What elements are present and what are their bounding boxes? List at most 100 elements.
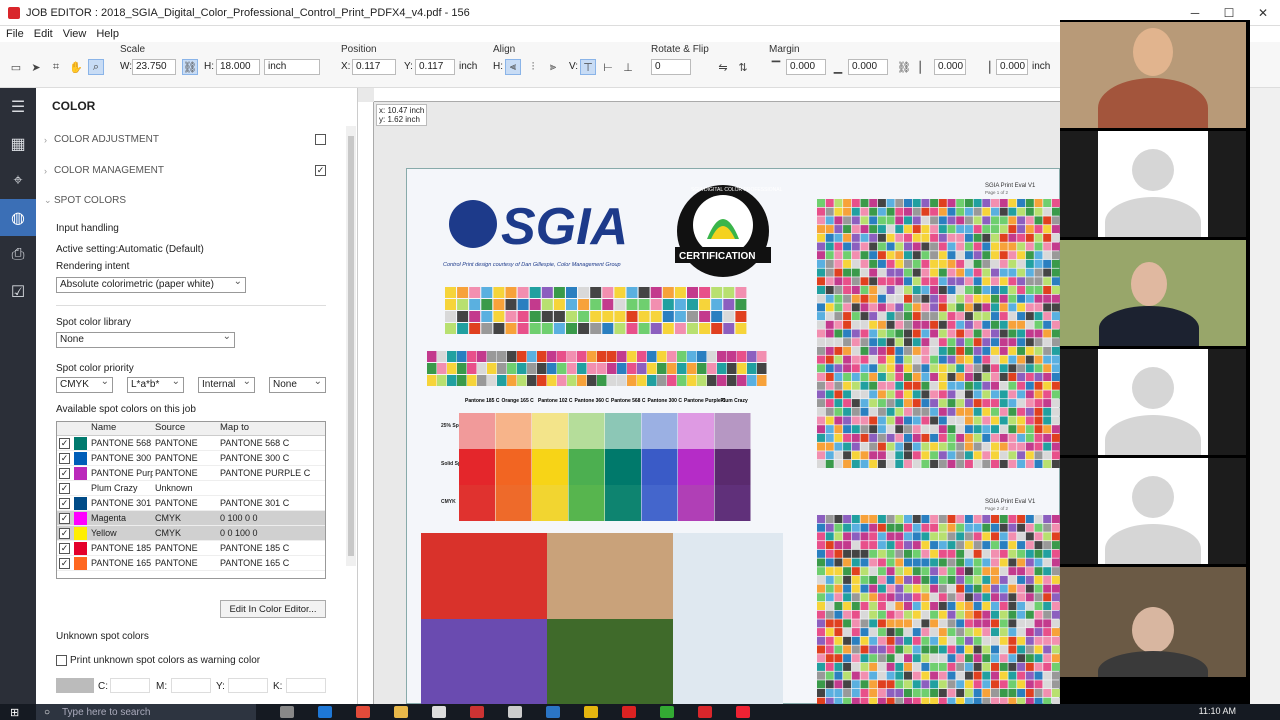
y-field[interactable]: 0.117 <box>415 59 455 75</box>
link-icon[interactable]: ⛓ <box>182 59 198 75</box>
canvas[interactable]: x: 10.47 inch y: 1.62 inch SGIA Control … <box>358 88 1060 706</box>
participant-video-3[interactable] <box>1060 240 1246 346</box>
arrow-tool-icon[interactable]: ➤ <box>28 59 44 75</box>
margin-link-icon[interactable]: ⛓ <box>896 59 912 75</box>
taskbar-search[interactable]: ○ Type here to search <box>36 704 256 720</box>
rendering-intent-select[interactable]: Absolute colorimetric (paper white) <box>56 276 246 293</box>
crop-tool-icon[interactable]: ⌗ <box>48 59 64 75</box>
page-icon[interactable]: ▭ <box>8 59 24 75</box>
printer-icon[interactable]: ⎙ <box>0 236 36 273</box>
align-right-icon[interactable]: ⫸ <box>545 59 561 75</box>
spot-map[interactable]: PANTONE 185 C <box>218 543 313 553</box>
row-checkbox[interactable]: ✓ <box>59 527 70 539</box>
file-explorer-icon[interactable] <box>394 706 408 718</box>
participant-placeholder-2[interactable] <box>1060 131 1246 237</box>
row-checkbox[interactable]: ✓ <box>59 497 70 509</box>
row-checkbox[interactable]: ✓ <box>59 467 70 479</box>
section-color-adjustment[interactable]: › COLOR ADJUSTMENT <box>44 134 326 145</box>
app-icon-4[interactable] <box>546 706 560 718</box>
row-checkbox[interactable]: ✓ <box>59 512 70 524</box>
table-row[interactable]: ✓ PANTONE 300 PANTONE PANTONE 300 C <box>57 451 325 466</box>
zoom-tool-icon[interactable]: ⌕ <box>88 59 104 75</box>
align-middle-icon[interactable]: ⊢ <box>600 59 616 75</box>
priority-select-1[interactable]: CMYK <box>56 376 113 393</box>
margin-left-field[interactable]: 0.000 <box>934 59 966 75</box>
layout-icon[interactable]: ▦ <box>0 125 36 162</box>
spot-map[interactable]: PANTONE 300 C <box>218 453 313 463</box>
m-field[interactable] <box>171 678 211 693</box>
participant-video-6[interactable] <box>1060 567 1246 677</box>
spot-map[interactable]: PANTONE 165 C <box>218 558 313 568</box>
app-icon-3[interactable] <box>508 706 522 718</box>
right-scrollbar[interactable] <box>1250 88 1280 704</box>
job-editor-taskbar-icon[interactable] <box>698 706 712 718</box>
warning-color-swatch[interactable] <box>56 678 94 693</box>
spot-map[interactable]: PANTONE 568 C <box>218 438 313 448</box>
row-checkbox[interactable]: ✓ <box>59 482 70 494</box>
priority-select-3[interactable]: Internal <box>198 376 255 393</box>
table-row[interactable]: ✓ PANTONE 568 PANTONE PANTONE 568 C <box>57 436 325 451</box>
table-row[interactable]: ✓ PANTONE 301 PANTONE PANTONE 301 C <box>57 496 325 511</box>
edge-icon[interactable] <box>318 706 332 718</box>
col-source[interactable]: Source <box>153 422 218 435</box>
edit-color-editor-button[interactable]: Edit In Color Editor... <box>220 600 326 618</box>
unit-select[interactable]: inch <box>264 59 320 75</box>
margin-bottom-field[interactable]: 0.000 <box>848 59 888 75</box>
row-checkbox[interactable]: ✓ <box>59 542 70 554</box>
app-icon-7[interactable] <box>660 706 674 718</box>
align-left-icon[interactable]: ⫷ <box>505 59 521 75</box>
section-color-management[interactable]: › COLOR MANAGEMENT ✓ <box>44 165 326 176</box>
row-checkbox[interactable]: ✓ <box>59 557 70 569</box>
task-view-icon[interactable] <box>280 706 294 718</box>
hand-tool-icon[interactable]: ✋ <box>68 59 84 75</box>
app-icon-8[interactable] <box>736 706 750 718</box>
chrome-icon[interactable] <box>356 706 370 718</box>
align-bottom-icon[interactable]: ⊥ <box>620 59 636 75</box>
panel-scrollbar[interactable] <box>346 126 356 566</box>
print-unknown-row[interactable]: Print unknown spot colors as warning col… <box>56 655 260 666</box>
height-field[interactable]: 18.000 <box>216 59 260 75</box>
flip-horizontal-icon[interactable]: ⇋ <box>715 59 731 75</box>
menu-edit[interactable]: Edit <box>34 28 53 40</box>
close-icon[interactable]: ✕ <box>1246 0 1280 26</box>
crop-marks-icon[interactable]: ⌖ <box>0 162 36 199</box>
table-row[interactable]: ✓ PANTONE Purp PANTONE PANTONE PURPLE C <box>57 466 325 481</box>
margin-right-field[interactable]: 0.000 <box>996 59 1028 75</box>
app-icon-5[interactable] <box>584 706 598 718</box>
palette-icon[interactable]: ◍ <box>0 199 36 236</box>
spot-library-select[interactable]: None <box>56 331 235 348</box>
participant-placeholder-4[interactable] <box>1060 349 1246 455</box>
row-checkbox[interactable]: ✓ <box>59 452 70 464</box>
spot-map[interactable]: PANTONE 301 C <box>218 498 313 508</box>
c-field[interactable] <box>110 678 150 693</box>
app-icon-6[interactable] <box>622 706 636 718</box>
col-name[interactable]: Name <box>89 422 153 435</box>
checklist-icon[interactable]: ☑ <box>0 273 36 310</box>
menu-view[interactable]: View <box>63 28 87 40</box>
table-row[interactable]: ✓ Plum Crazy Unknown <box>57 481 325 496</box>
print-unknown-checkbox[interactable] <box>56 655 67 666</box>
table-row[interactable]: ✓ Yellow CMYK 0 0 100 0 <box>57 526 325 541</box>
document-preview[interactable]: SGIA Control Print design courtesy of Da… <box>406 168 1060 706</box>
table-row[interactable]: ✓ PANTONE 165 PANTONE PANTONE 165 C <box>57 556 325 571</box>
color-adjustment-checkbox[interactable] <box>315 134 326 145</box>
color-management-checkbox[interactable]: ✓ <box>315 165 326 176</box>
menu-help[interactable]: Help <box>96 28 119 40</box>
flip-vertical-icon[interactable]: ⇅ <box>735 59 751 75</box>
margin-top-field[interactable]: 0.000 <box>786 59 826 75</box>
y-field-cmyk[interactable] <box>228 678 268 693</box>
spot-map[interactable]: PANTONE PURPLE C <box>218 468 313 478</box>
align-center-icon[interactable]: ⫶ <box>525 59 541 75</box>
x-field[interactable]: 0.117 <box>352 59 396 75</box>
document-icon[interactable]: ☰ <box>0 88 36 125</box>
table-row[interactable]: ✓ Magenta CMYK 0 100 0 0 <box>57 511 325 526</box>
menu-file[interactable]: File <box>6 28 24 40</box>
row-checkbox[interactable]: ✓ <box>59 437 70 449</box>
align-top-icon[interactable]: ⊤ <box>580 59 596 75</box>
table-row[interactable]: ✓ PANTONE 185 PANTONE PANTONE 185 C <box>57 541 325 556</box>
app-icon-2[interactable] <box>470 706 484 718</box>
participant-video-1[interactable] <box>1060 22 1246 128</box>
section-spot-colors[interactable]: ⌄ SPOT COLORS <box>44 195 126 206</box>
spot-map[interactable]: 0 100 0 0 <box>218 513 313 523</box>
k-field[interactable] <box>286 678 326 693</box>
